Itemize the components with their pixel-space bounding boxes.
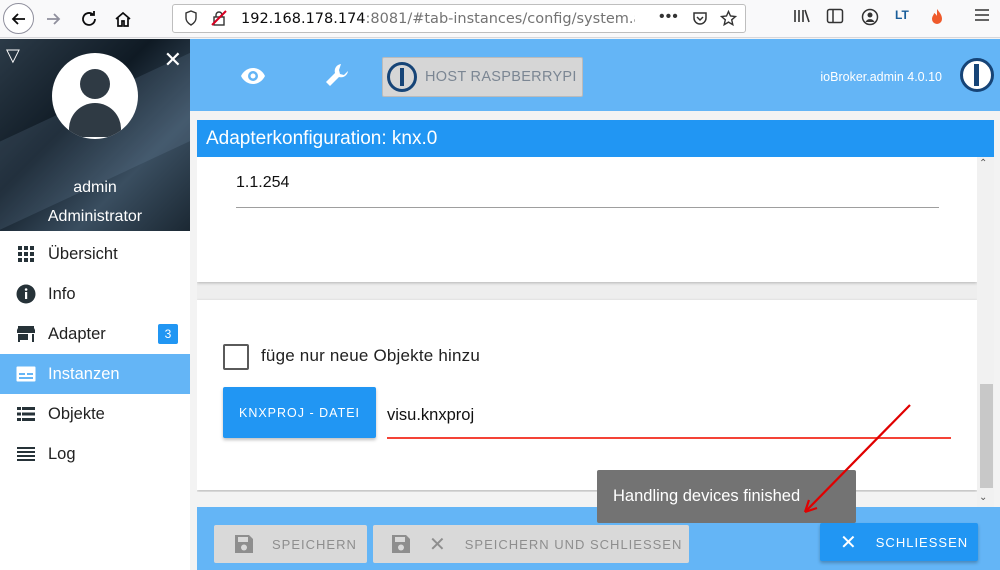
scroll-up-icon[interactable]: ⌃ [979,158,987,169]
close-x-icon: ✕ [429,533,447,556]
reload-icon [82,11,96,26]
scrollbar-thumb[interactable] [980,384,993,488]
shield-icon[interactable] [184,10,198,30]
host-button[interactable]: HOST RASPBERRYPI [382,57,583,97]
address-underline [236,207,939,208]
avatar [52,53,138,139]
save-and-close-button[interactable]: ✕ SPEICHERN UND SCHLIESSEN [373,525,689,563]
reload-button[interactable] [74,4,104,34]
save-close-label: SPEICHERN UND SCHLIESSEN [464,536,683,552]
sidebar-item-label: Objekte [48,404,105,423]
physical-address-field[interactable]: 1.1.254 [236,174,289,192]
dialog-title: Adapterkonfiguration: knx.0 [197,120,994,157]
snackbar-toast: Handling devices finished [597,470,856,523]
host-label: HOST RASPBERRYPI [425,69,577,85]
languagetool-icon[interactable]: LT [895,8,909,22]
account-icon[interactable] [861,8,879,31]
page-actions-button[interactable]: ••• [659,8,679,26]
address-card: 1.1.254 [197,157,977,282]
sidebar-item-info[interactable]: Info [0,274,190,314]
iobroker-logo-icon [387,62,417,92]
library-icon[interactable] [793,8,811,29]
store-icon [16,324,36,344]
sidebar-item-objekte[interactable]: Objekte [0,394,190,434]
user-profile-header: ▽ ✕ admin Administrator [0,39,190,231]
save-disk-icon [235,535,253,553]
sidebar-item-label: Info [48,284,76,303]
sidebar-item-label: Adapter [48,324,106,343]
iobroker-brand-icon [960,58,994,92]
sidebar-menu: Übersicht Info Adapter 3 Instanzen Objek… [0,234,190,474]
extension-flame-icon[interactable] [930,8,944,31]
user-role: Administrator [47,208,143,225]
eye-icon[interactable] [240,63,266,89]
home-button[interactable] [108,4,138,34]
user-name: admin [73,179,117,196]
back-button[interactable] [3,3,34,34]
arrow-left-icon [11,12,25,25]
url-path: :8081/#tab-instances/config/system.adapt… [365,11,635,27]
bookmark-star-icon[interactable] [719,9,738,31]
sidebar-toggle-icon[interactable] [826,8,844,29]
config-content: 1.1.254 füge nur neue Objekte hinzu KNXP… [197,157,977,492]
collapse-triangle-icon[interactable]: ▽ [6,45,20,66]
close-label: SCHLIESSEN [875,534,969,550]
pocket-icon[interactable] [692,10,708,30]
scroll-down-icon[interactable]: ⌄ [979,492,987,503]
sidebar: ▽ ✕ admin Administrator Übersicht Info A… [0,39,190,570]
close-button[interactable]: ✕ SCHLIESSEN [820,523,978,561]
knxproj-filename: visu.knxproj [387,406,475,424]
list-icon [16,404,36,424]
close-x-icon: ✕ [840,531,858,554]
home-icon [115,11,131,27]
arrow-right-icon [47,13,61,25]
import-card: füge nur neue Objekte hinzu KNXPROJ - DA… [197,300,977,490]
url-host: 192.168.178.174 [241,11,366,27]
filename-underline [387,437,951,439]
close-sidebar-icon[interactable]: ✕ [164,47,182,73]
forward-button[interactable] [38,4,68,34]
knxproj-file-button[interactable]: KNXPROJ - DATEI [223,387,376,438]
save-disk-icon [392,535,410,553]
grid-icon [16,244,36,264]
save-label: SPEICHERN [272,536,357,552]
sidebar-item-instanzen[interactable]: Instanzen [0,354,190,394]
app-header: HOST RASPBERRYPI ioBroker.admin 4.0.10 [190,39,1000,111]
version-label: ioBroker.admin 4.0.10 [820,70,942,84]
sidebar-item-adapter[interactable]: Adapter 3 [0,314,190,354]
sidebar-item-uebersicht[interactable]: Übersicht [0,234,190,274]
only-new-objects-checkbox[interactable] [223,344,249,370]
url-text: 192.168.178.174:8081/#tab-instances/conf… [241,11,635,27]
sidebar-item-label: Instanzen [48,364,120,383]
sidebar-item-label: Übersicht [48,244,118,263]
browser-toolbar: 192.168.178.174:8081/#tab-instances/conf… [0,0,1000,38]
save-button[interactable]: SPEICHERN [214,525,367,563]
insecure-lock-icon[interactable] [211,10,227,30]
adapter-update-badge: 3 [158,324,178,344]
sidebar-item-label: Log [48,444,76,463]
info-icon [16,284,36,304]
checkbox-label: füge nur neue Objekte hinzu [261,346,480,365]
instances-icon [16,364,36,384]
wrench-icon[interactable] [323,61,351,89]
log-icon [16,444,36,464]
menu-icon[interactable] [974,8,990,27]
sidebar-item-log[interactable]: Log [0,434,190,474]
url-bar[interactable]: 192.168.178.174:8081/#tab-instances/conf… [172,4,746,33]
